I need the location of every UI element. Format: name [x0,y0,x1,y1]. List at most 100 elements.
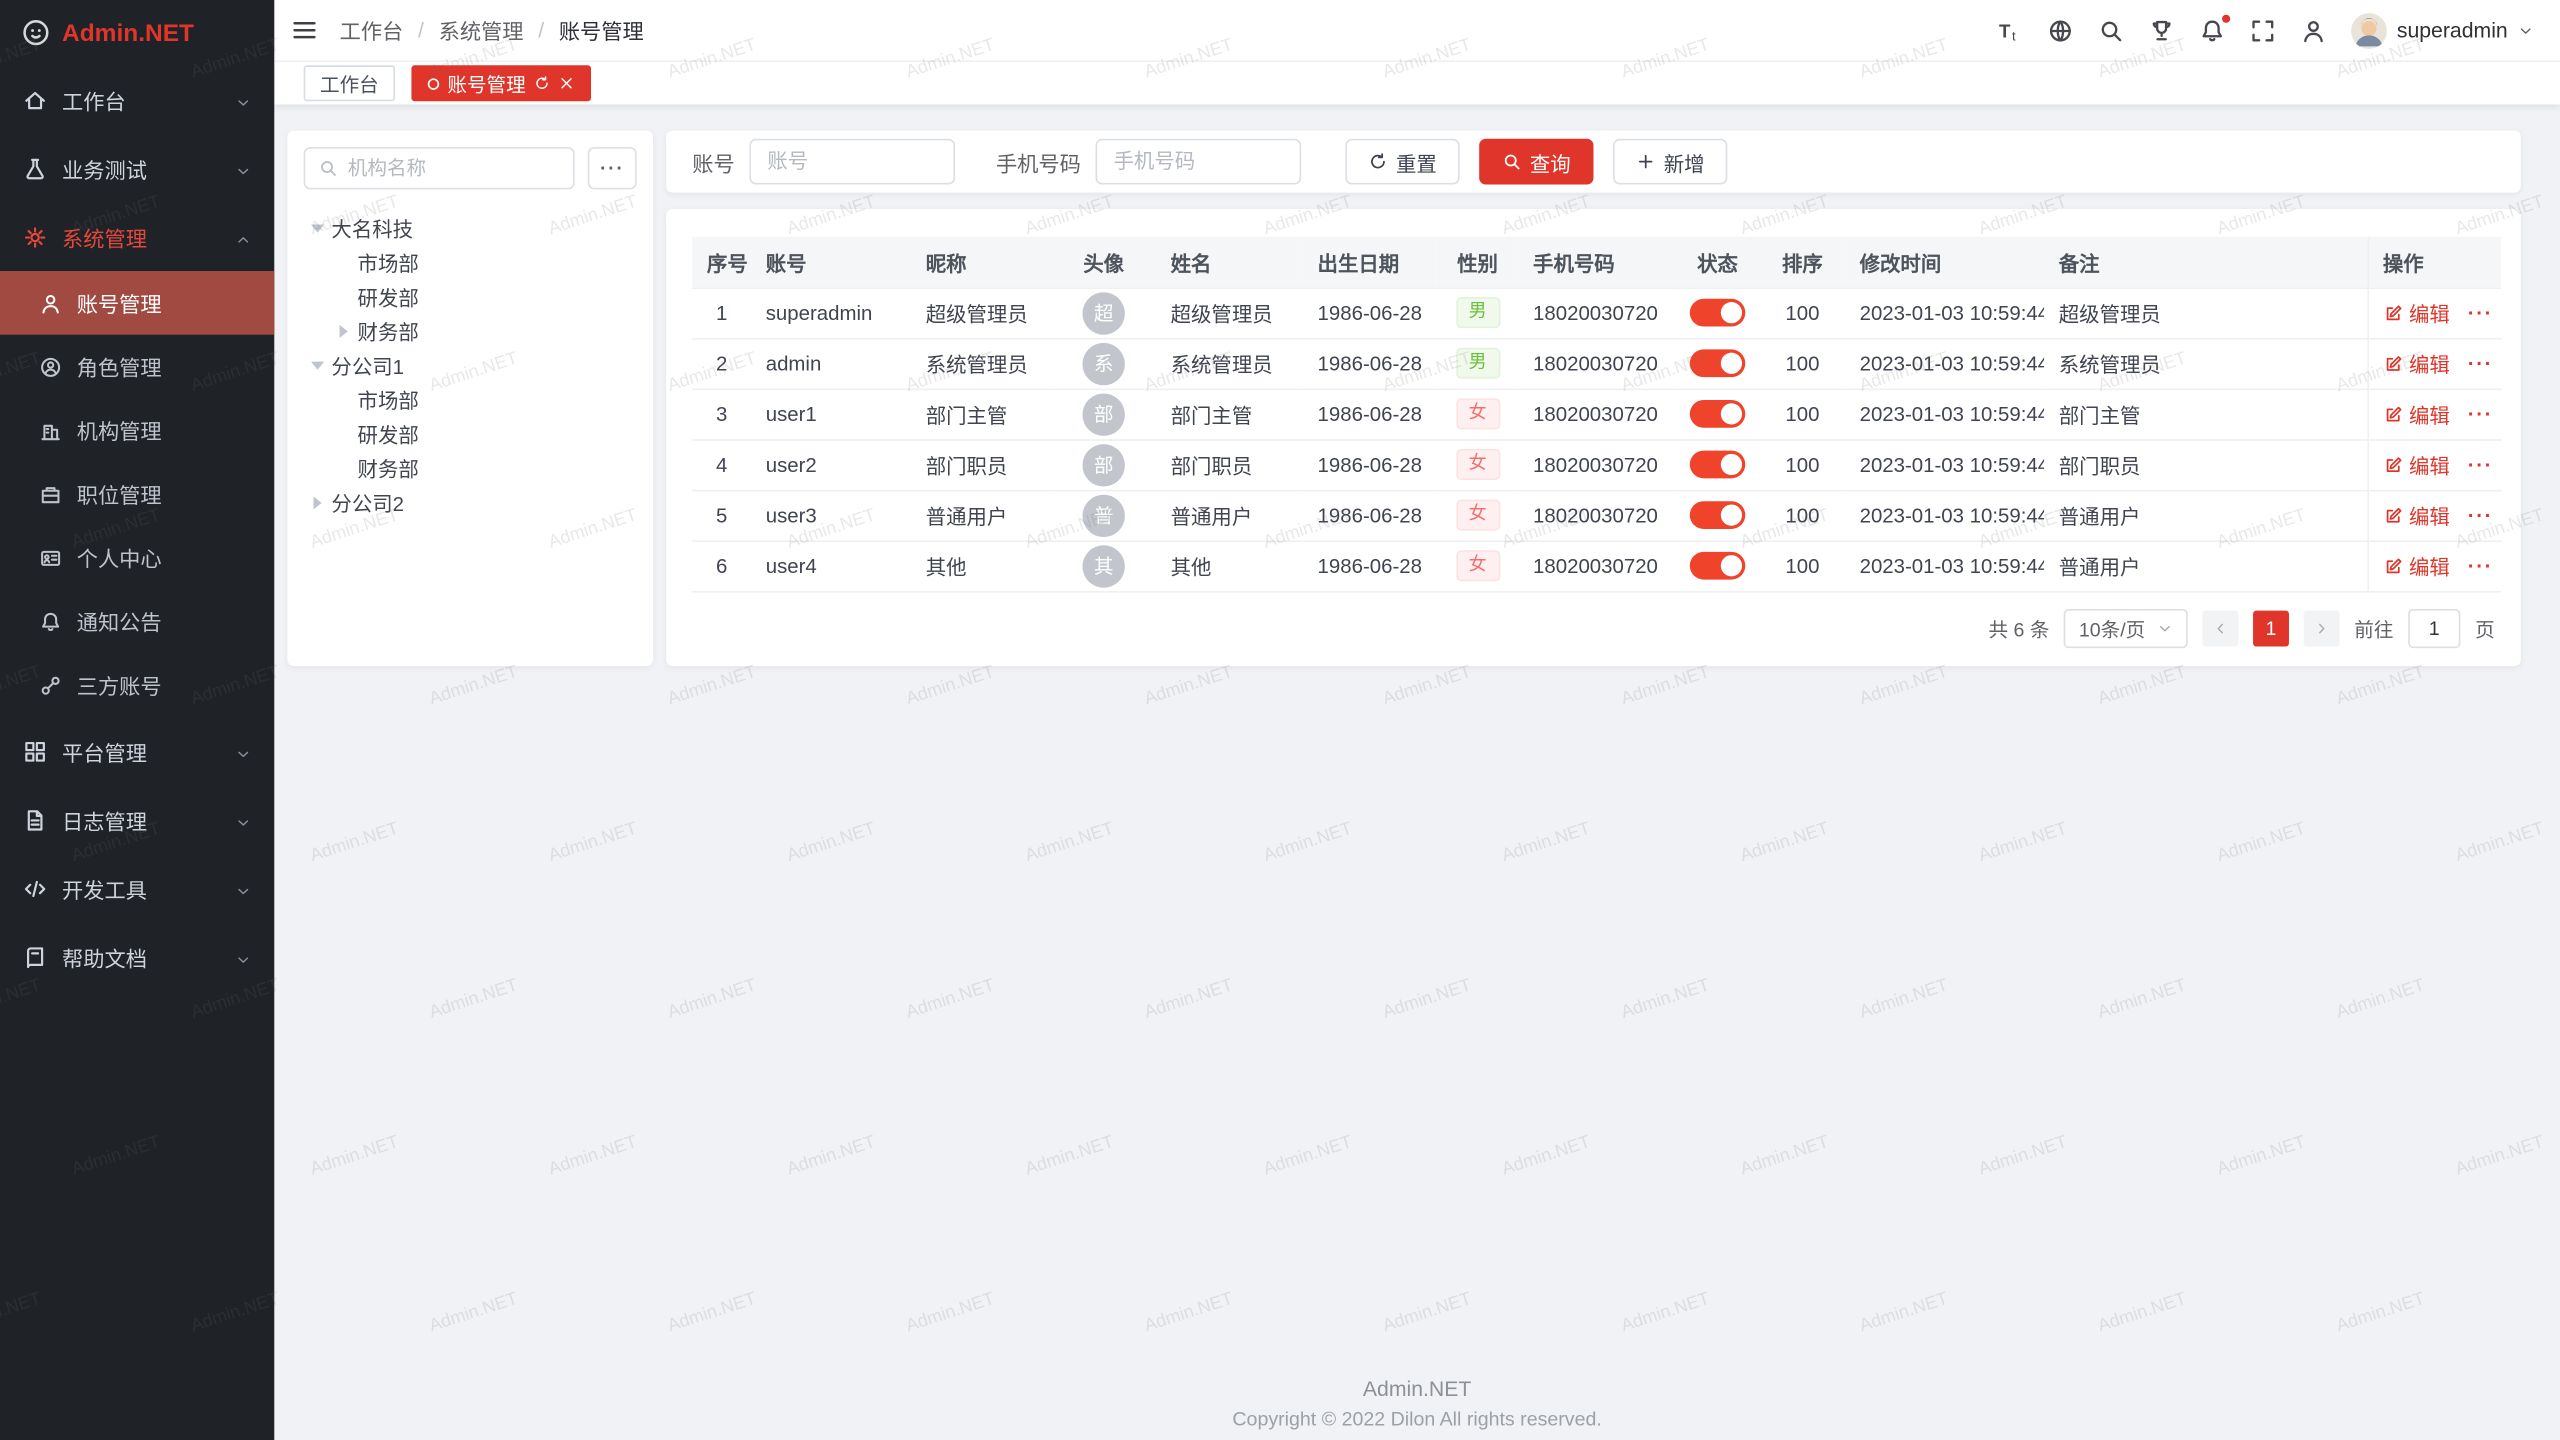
sidebar-subitem[interactable]: 职位管理 [0,462,274,526]
tree-node-label: 财务部 [358,315,419,346]
font-icon[interactable]: Tt [1997,17,2023,43]
more-actions-button[interactable]: ··· [2468,402,2493,425]
cell: 2023-01-03 10:59:44 [1845,287,2044,338]
edit-label: 编辑 [2409,398,2450,429]
tree-node[interactable]: 分公司1 [304,348,637,382]
org-search-input[interactable] [348,157,560,180]
chevron-down-icon [235,91,251,107]
person-icon[interactable] [2301,17,2327,43]
status-toggle[interactable] [1690,552,1746,580]
tree-caret[interactable] [311,361,324,369]
cell: 部 [1051,389,1155,440]
sidebar-subitem[interactable]: 角色管理 [0,335,274,399]
status-toggle[interactable] [1690,501,1746,529]
edit-button[interactable]: 编辑 [2383,550,2450,581]
tree-node[interactable]: 大名科技 [304,211,637,245]
row-actions: 编辑··· [2383,550,2487,581]
more-actions-button[interactable]: ··· [2468,453,2493,476]
tab[interactable]: 工作台 [304,65,395,101]
cell: 部门职员 [2044,439,2367,490]
goto-page-input[interactable] [2408,609,2460,648]
sidebar-item[interactable]: 开发工具 [0,854,274,923]
page-size-select[interactable]: 10条/页 [2064,609,2188,648]
sidebar-item[interactable]: 系统管理 [0,202,274,271]
bell-icon [39,610,62,633]
logo-text: Admin.NET [62,19,194,47]
theme-icon[interactable] [2149,17,2175,43]
more-actions-button[interactable]: ··· [2468,352,2493,375]
fullscreen-icon[interactable] [2250,17,2276,43]
edit-button[interactable]: 编辑 [2383,348,2450,379]
status-toggle[interactable] [1690,451,1746,479]
tab-close-icon[interactable] [558,75,574,91]
tree-node[interactable]: 市场部 [304,245,637,279]
sidebar-subitem[interactable]: 个人中心 [0,526,274,590]
more-actions-button[interactable]: ··· [2468,554,2493,577]
app: Admin.NET 工作台业务测试系统管理账号管理角色管理机构管理职位管理个人中… [0,0,2560,1440]
sidebar-item[interactable]: 日志管理 [0,785,274,854]
tab-refresh-icon[interactable] [534,75,550,91]
edit-button[interactable]: 编辑 [2383,398,2450,429]
sidebar-subitem[interactable]: 三方账号 [0,653,274,717]
breadcrumb-item[interactable]: 系统管理 [439,15,524,46]
edit-button[interactable]: 编辑 [2383,297,2450,328]
search-button[interactable]: 查询 [1479,139,1593,185]
column-header: 性别 [1437,237,1519,288]
status-toggle[interactable] [1690,299,1746,327]
cell: 部门职员 [911,439,1051,490]
phone-input[interactable] [1096,139,1302,185]
tree-node[interactable]: 研发部 [304,279,637,313]
tree-more-button[interactable]: ··· [588,147,637,189]
status-toggle[interactable] [1690,400,1746,428]
status-toggle[interactable] [1690,349,1746,377]
column-header: 排序 [1760,237,1845,288]
column-header: 昵称 [911,237,1051,288]
tree-node[interactable]: 研发部 [304,416,637,450]
cell: 18020030720 [1518,338,1675,389]
cell: 2 [692,338,751,389]
tree-node[interactable]: 分公司2 [304,485,637,519]
tree-node[interactable]: 市场部 [304,382,637,416]
chevron-left-icon [2212,620,2228,636]
hamburger-icon[interactable] [291,16,319,44]
sidebar-subitem-label: 通知公告 [77,606,162,637]
tree-node[interactable]: 财务部 [304,451,637,485]
tree-node[interactable]: 财务部 [304,313,637,347]
sidebar-subitem[interactable]: 通知公告 [0,589,274,653]
sidebar-item[interactable]: 帮助文档 [0,922,274,991]
sidebar-item[interactable]: 业务测试 [0,134,274,203]
bell-icon[interactable] [2199,17,2225,43]
position-icon [39,482,62,505]
logo[interactable]: Admin.NET [0,0,274,65]
tree-caret[interactable] [340,324,348,337]
locale-icon[interactable] [2047,17,2073,43]
account-input[interactable] [749,139,955,185]
tree-caret[interactable] [313,496,321,509]
user-avatar: 超 [1082,291,1124,333]
sidebar-item[interactable]: 平台管理 [0,717,274,786]
sidebar-subitem[interactable]: 机构管理 [0,398,274,462]
current-page-button[interactable]: 1 [2253,611,2289,647]
column-header: 备注 [2044,237,2367,288]
help-icon [23,944,47,968]
footer-title: Admin.NET [274,1376,2560,1400]
tree-caret[interactable] [311,224,324,232]
edit-button[interactable]: 编辑 [2383,449,2450,480]
breadcrumb-item[interactable]: 工作台 [340,15,404,46]
edit-button[interactable]: 编辑 [2383,500,2450,531]
cell: 超 [1051,287,1155,338]
sidebar-subitem[interactable]: 账号管理 [0,271,274,335]
more-actions-button[interactable]: ··· [2468,301,2493,324]
add-button[interactable]: 新增 [1613,139,1727,185]
cell: 18020030720 [1518,287,1675,338]
more-actions-button[interactable]: ··· [2468,504,2493,527]
search-icon[interactable] [2098,17,2124,43]
tab[interactable]: 账号管理 [411,65,591,101]
sidebar-item[interactable]: 工作台 [0,65,274,134]
refresh-icon [1368,152,1388,172]
reset-button[interactable]: 重置 [1345,139,1459,185]
prev-page-button[interactable] [2202,611,2238,647]
user-menu[interactable]: superadmin [2351,12,2534,48]
next-page-button[interactable] [2304,611,2340,647]
svg-text:T: T [1999,20,2011,41]
